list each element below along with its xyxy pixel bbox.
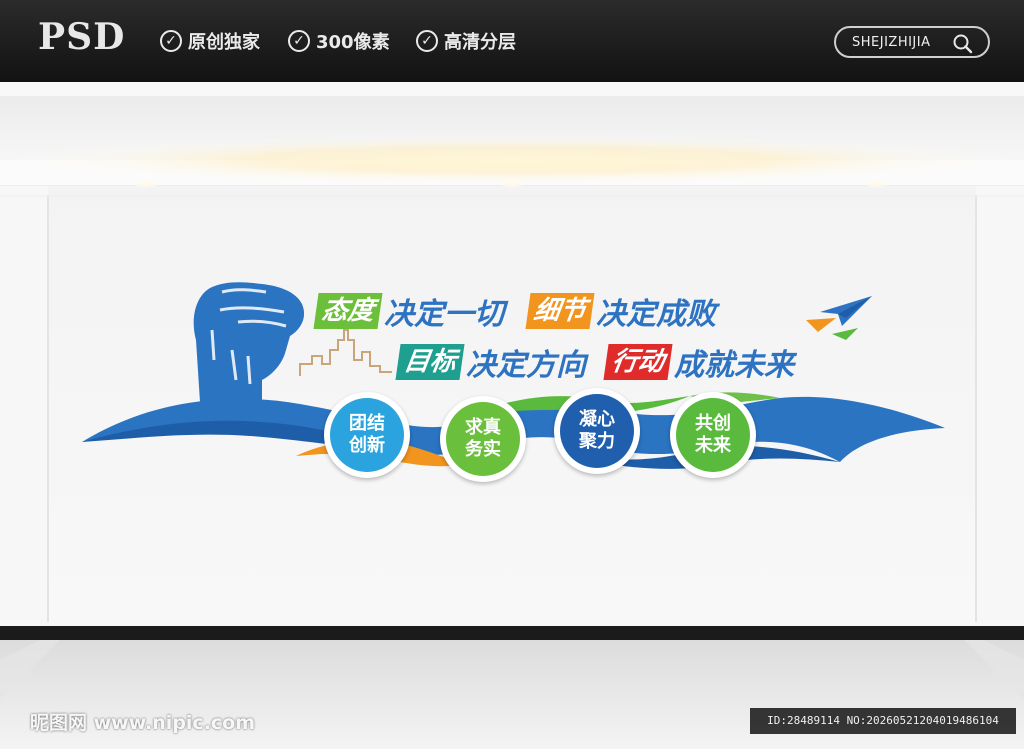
top-banner: PSD ✓ 原创独家 ✓ 300像素 ✓ 高清分层 SHEJIZHIJIA: [0, 0, 1024, 82]
check-icon: ✓: [288, 30, 310, 52]
slogan-text: 决定方向: [466, 348, 587, 383]
feature-pixels: ✓ 300像素: [288, 28, 390, 54]
feature-label: 300像素: [316, 32, 390, 53]
slogan-line-1: 态度 决定一切 细节 决定成败: [313, 291, 717, 332]
value-circle: 团结 创新: [324, 392, 410, 478]
value-line-2: 务实: [465, 439, 501, 460]
search-icon[interactable]: [952, 33, 974, 55]
feature-original: ✓ 原创独家: [160, 28, 260, 54]
psd-logo: PSD: [38, 16, 126, 58]
image-id-label: ID:28489114 NO:20260521204019486104: [750, 708, 1016, 734]
check-icon: ✓: [160, 30, 182, 52]
site-watermark: 昵图网 www.nipic.com: [30, 712, 256, 734]
slogan-text: 决定一切: [384, 297, 505, 332]
slogan-tag: 目标: [395, 344, 465, 380]
value-line-1: 团结: [349, 413, 385, 434]
value-line-2: 创新: [349, 435, 385, 456]
value-line-2: 未来: [695, 435, 731, 456]
slogan-tag: 态度: [313, 293, 383, 329]
value-circle: 共创 未来: [670, 392, 756, 478]
feature-label: 原创独家: [188, 32, 260, 53]
value-circle: 凝心 聚力: [554, 388, 640, 474]
slogan-tag: 细节: [525, 293, 595, 329]
slogan-text: 决定成败: [596, 297, 717, 332]
search-box[interactable]: SHEJIZHIJIA: [834, 26, 990, 58]
search-label: SHEJIZHIJIA: [852, 35, 931, 50]
skirting: [0, 626, 1024, 640]
value-line-1: 求真: [465, 417, 501, 438]
value-line-1: 共创: [695, 413, 731, 434]
cove-light: [0, 134, 1024, 186]
slogan-text: 成就未来: [674, 348, 795, 383]
feature-label: 高清分层: [444, 32, 516, 53]
check-icon: ✓: [416, 30, 438, 52]
feature-layers: ✓ 高清分层: [416, 28, 516, 54]
slogan-tag: 行动: [603, 344, 673, 380]
value-line-1: 凝心: [579, 409, 615, 430]
value-circle: 求真 务实: [440, 396, 526, 482]
slogan-line-2: 目标 决定方向 行动 成就未来: [395, 342, 795, 383]
value-line-2: 聚力: [579, 431, 615, 452]
